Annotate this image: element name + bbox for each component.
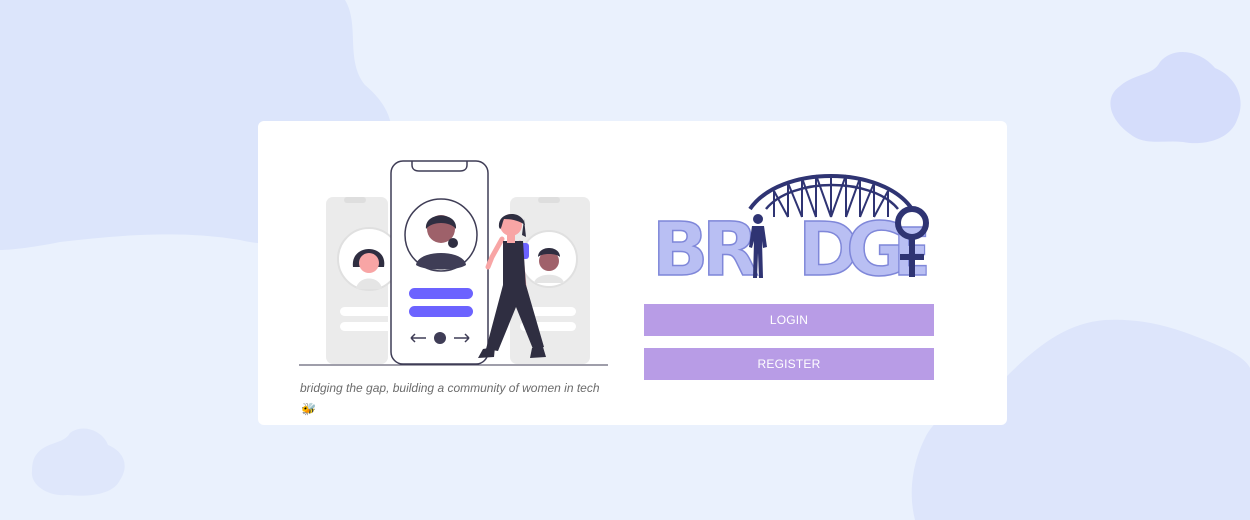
welcome-card: bridging the gap, building a community o…: [258, 121, 1007, 425]
logo-wordmark: B R D G E: [651, 206, 931, 281]
svg-text:B: B: [652, 207, 708, 281]
bee-icon: 🐝: [300, 402, 315, 416]
bridge-logo: B R D G E: [651, 174, 931, 281]
login-button[interactable]: LOGIN: [644, 304, 934, 336]
background-blob-top-right: [1110, 51, 1241, 144]
people-matching-illustration: [299, 160, 608, 366]
register-button[interactable]: REGISTER: [644, 348, 934, 380]
background-blob-bottom-left: [31, 428, 125, 496]
main-phone: [390, 160, 489, 365]
left-profile-card: [326, 197, 401, 364]
tagline-text: bridging the gap, building a community o…: [300, 381, 600, 395]
tagline: bridging the gap, building a community o…: [300, 378, 610, 420]
